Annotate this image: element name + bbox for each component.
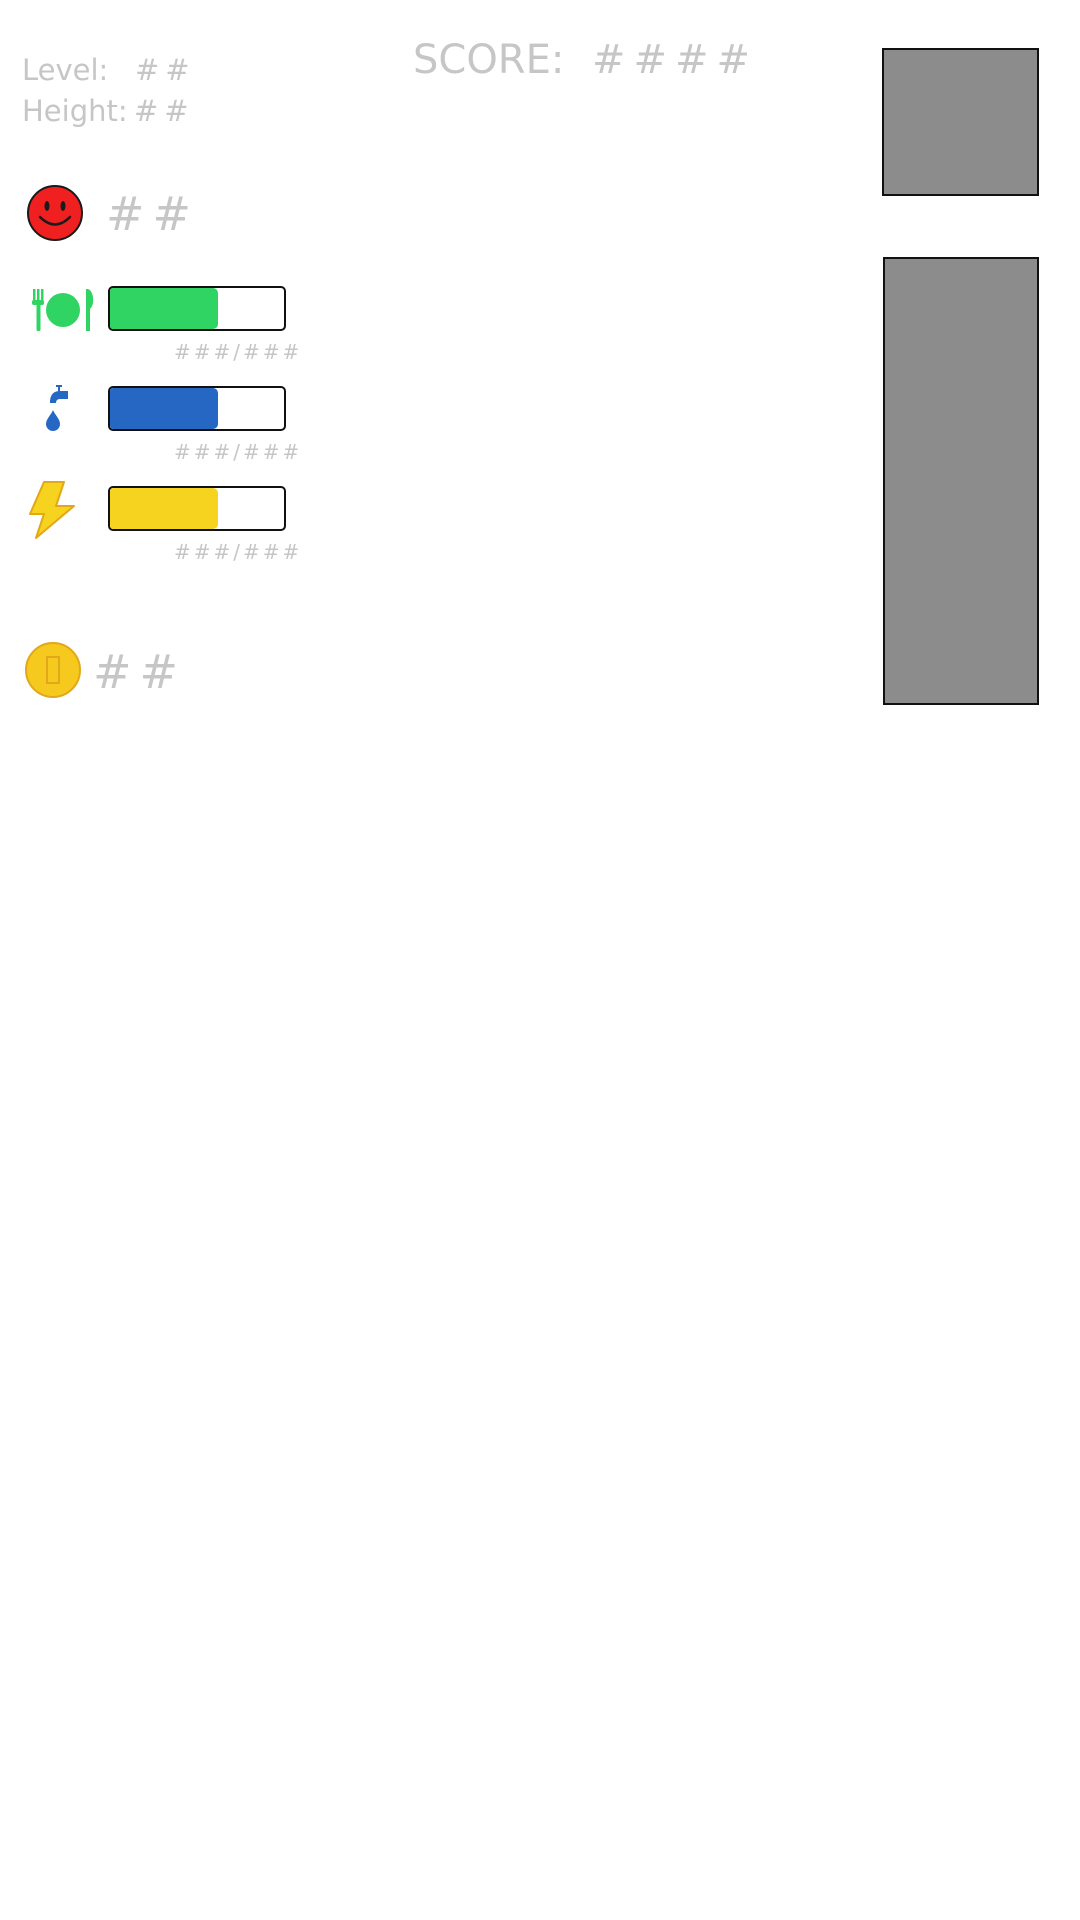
energy-bar	[108, 486, 286, 531]
water-bar	[108, 386, 286, 431]
inventory-panel[interactable]	[883, 257, 1039, 705]
plate-fork-knife-icon	[28, 287, 96, 333]
height-label: Height:	[22, 94, 128, 128]
smiley-face-icon	[26, 184, 84, 242]
lightning-bolt-icon	[28, 480, 76, 540]
coins-value: ##	[93, 645, 187, 699]
level-value: ##	[135, 53, 196, 87]
water-tap-drop-icon	[40, 383, 74, 435]
energy-value-text: ###/###	[174, 540, 303, 564]
score-label: SCORE:	[413, 37, 565, 83]
water-value-text: ###/###	[174, 440, 303, 464]
score-value: ####	[592, 37, 759, 83]
energy-bar-fill	[110, 488, 218, 529]
water-bar-fill	[110, 388, 218, 429]
level-label: Level:	[22, 53, 109, 87]
food-bar	[108, 286, 286, 331]
coin-icon	[24, 641, 82, 699]
preview-slot[interactable]	[882, 48, 1039, 196]
food-bar-fill	[110, 288, 218, 329]
food-value-text: ###/###	[174, 340, 303, 364]
mood-value: ##	[106, 187, 200, 241]
height-value: ##	[134, 94, 195, 128]
